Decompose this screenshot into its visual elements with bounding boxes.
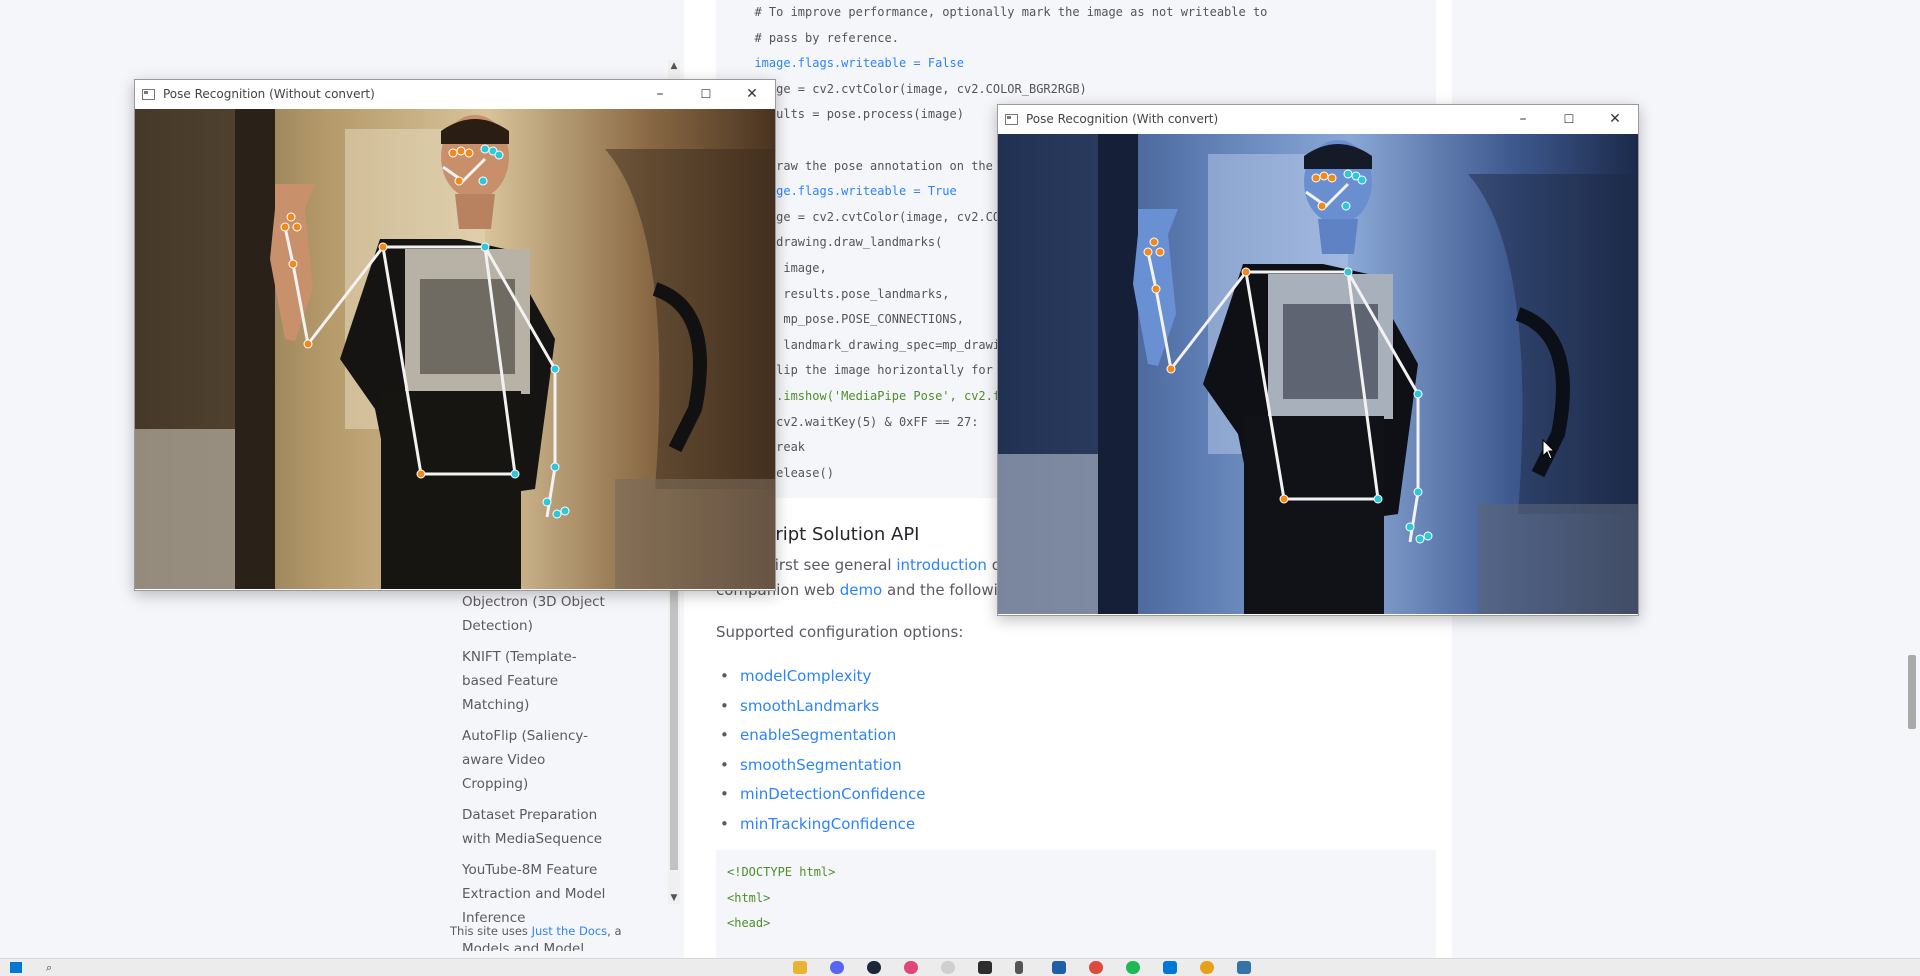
discord-icon[interactable]: [830, 961, 844, 974]
pose-window-with-convert[interactable]: Pose Recognition (With convert) – ☐ ✕: [997, 104, 1639, 616]
window-titlebar[interactable]: Pose Recognition (With convert) – ☐ ✕: [998, 105, 1638, 134]
option-link[interactable]: smoothSegmentation: [740, 756, 902, 774]
app-icon[interactable]: [904, 961, 918, 974]
pose-frame-svg: [135, 109, 775, 589]
option-smooth-landmarks[interactable]: smoothLandmarks: [716, 692, 926, 722]
close-button[interactable]: ✕: [1592, 105, 1638, 134]
code-line: # To improve performance, optionally mar…: [740, 5, 1268, 19]
maximize-button[interactable]: ☐: [1546, 105, 1592, 134]
sidebar-nav-list: Objectron (3D Object Detection) KNIFT (T…: [462, 590, 612, 958]
sidebar-item-dataset-preparation[interactable]: Dataset Preparation with MediaSequence: [462, 803, 612, 851]
code-line: image.flags.writeable = False: [740, 56, 964, 71]
blender-icon[interactable]: [1052, 961, 1066, 974]
html-code-block: <!DOCTYPE html> <html> <head>: [716, 850, 1436, 958]
window-app-icon: [142, 89, 155, 100]
option-link[interactable]: modelComplexity: [740, 667, 871, 685]
audio-icon[interactable]: [1015, 961, 1023, 974]
code-line: # pass by reference.: [740, 30, 899, 45]
option-model-complexity[interactable]: modelComplexity: [716, 662, 926, 692]
sidebar-item-objectron[interactable]: Objectron (3D Object Detection): [462, 590, 612, 638]
option-min-detection-confidence[interactable]: minDetectionConfidence: [716, 780, 926, 810]
option-link[interactable]: minDetectionConfidence: [740, 785, 926, 803]
window-title: Pose Recognition (With convert): [1026, 112, 1219, 126]
pose-window-without-convert[interactable]: Pose Recognition (Without convert) – ☐ ✕: [134, 79, 776, 591]
maximize-button[interactable]: ☐: [683, 80, 729, 109]
page-scrollbar[interactable]: [1904, 0, 1920, 958]
vscode-icon[interactable]: [1163, 961, 1177, 974]
window-title: Pose Recognition (Without convert): [163, 87, 375, 101]
scroll-down-icon[interactable]: ▼: [668, 892, 680, 904]
file-explorer-icon[interactable]: [793, 961, 807, 974]
sidebar-item-models[interactable]: Models and Model Cards: [462, 937, 612, 951]
python-icon[interactable]: [1237, 961, 1251, 974]
steam-icon[interactable]: [867, 961, 881, 974]
search-icon[interactable]: ⌕: [46, 961, 52, 975]
app2-icon[interactable]: [1200, 961, 1214, 974]
pose-frame-svg: [998, 134, 1638, 614]
sidebar-item-autoflip[interactable]: AutoFlip (Saliency-aware Video Cropping): [462, 724, 612, 796]
option-smooth-segmentation[interactable]: smoothSegmentation: [716, 751, 926, 781]
code-line: <!DOCTYPE html>: [727, 865, 836, 879]
code-line: <head>: [727, 916, 771, 931]
sidebar-item-knift[interactable]: KNIFT (Template-based Feature Matching): [462, 645, 612, 717]
scroll-up-icon[interactable]: ▲: [668, 60, 680, 72]
minimize-button[interactable]: –: [1500, 105, 1546, 134]
option-link[interactable]: minTrackingConfidence: [740, 815, 915, 833]
introduction-link[interactable]: introduction: [896, 556, 987, 574]
camera-frame-rgb: [998, 134, 1638, 614]
code-line: <html>: [727, 890, 771, 905]
option-link[interactable]: smoothLandmarks: [740, 697, 879, 715]
taskbar: ⌕: [0, 958, 1920, 976]
terminal-icon[interactable]: [978, 961, 992, 974]
window-titlebar[interactable]: Pose Recognition (Without convert) – ☐ ✕: [135, 80, 775, 109]
chrome-icon[interactable]: [1089, 961, 1103, 974]
window-app-icon: [1005, 114, 1018, 125]
spotify-icon[interactable]: [1126, 961, 1140, 974]
sidebar-item-youtube8m[interactable]: YouTube-8M Feature Extraction and Model …: [462, 858, 612, 930]
demo-link[interactable]: demo: [840, 581, 883, 599]
option-min-tracking-confidence[interactable]: minTrackingConfidence: [716, 810, 926, 840]
camera-frame-bgr: [135, 109, 775, 589]
site-footer-note: This site uses Just the Docs, a: [450, 924, 622, 938]
minimize-button[interactable]: –: [637, 80, 683, 109]
option-link[interactable]: enableSegmentation: [740, 726, 896, 744]
footer-suffix: , a: [607, 924, 622, 938]
option-enable-segmentation[interactable]: enableSegmentation: [716, 721, 926, 751]
just-the-docs-link[interactable]: Just the Docs: [532, 924, 608, 938]
code-line: image = cv2.cvtColor(image, cv2.COLOR_BG…: [740, 81, 1087, 96]
start-windows-icon[interactable]: [10, 962, 22, 973]
close-button[interactable]: ✕: [729, 80, 775, 109]
footer-prefix: This site uses: [450, 924, 528, 938]
options-list: modelComplexity smoothLandmarks enableSe…: [716, 662, 926, 840]
supported-options-label: Supported configuration options:: [716, 623, 964, 641]
settings-icon[interactable]: [941, 961, 955, 974]
page-scroll-thumb[interactable]: [1908, 655, 1916, 729]
